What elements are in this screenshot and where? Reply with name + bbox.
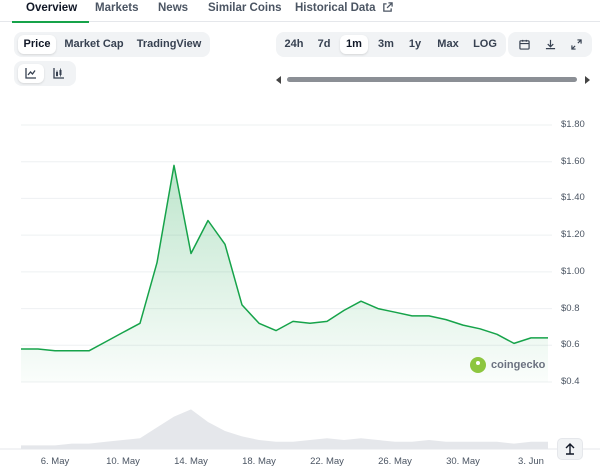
y-tick-label: $0.8	[561, 302, 580, 314]
price-line	[21, 164, 548, 352]
volume-series	[21, 409, 548, 449]
coingecko-logo-icon	[470, 357, 486, 373]
watermark-text: coingecko	[491, 359, 546, 371]
x-tick-label: 6. May	[40, 456, 70, 467]
scroll-to-top-button[interactable]	[557, 438, 583, 460]
y-tick-label: $1.80	[561, 119, 585, 130]
x-tick-label: 18. May	[242, 456, 276, 467]
price-area	[21, 165, 548, 382]
volume-area	[21, 409, 548, 449]
y-tick-label: $1.60	[561, 155, 585, 167]
y-tick-label: $0.4	[561, 376, 580, 387]
y-tick-label: $1.40	[561, 192, 585, 204]
y-tick-label: $1.00	[561, 265, 585, 277]
x-tick-label: 10. May	[106, 456, 140, 467]
y-tick-label: $1.20	[561, 229, 585, 241]
x-tick-label: 14. May	[174, 456, 208, 467]
coingecko-watermark: coingecko	[470, 357, 545, 373]
x-tick-label: 26. May	[378, 456, 412, 467]
price-chart[interactable]	[0, 0, 600, 473]
x-tick-label: 30. May	[446, 456, 480, 467]
arrow-up-icon	[565, 443, 575, 455]
chart-grid	[0, 124, 600, 450]
price-series	[21, 164, 548, 382]
y-tick-label: $0.6	[561, 339, 580, 351]
x-tick-label: 3. Jun	[518, 456, 544, 467]
x-tick-label: 22. May	[310, 456, 344, 467]
